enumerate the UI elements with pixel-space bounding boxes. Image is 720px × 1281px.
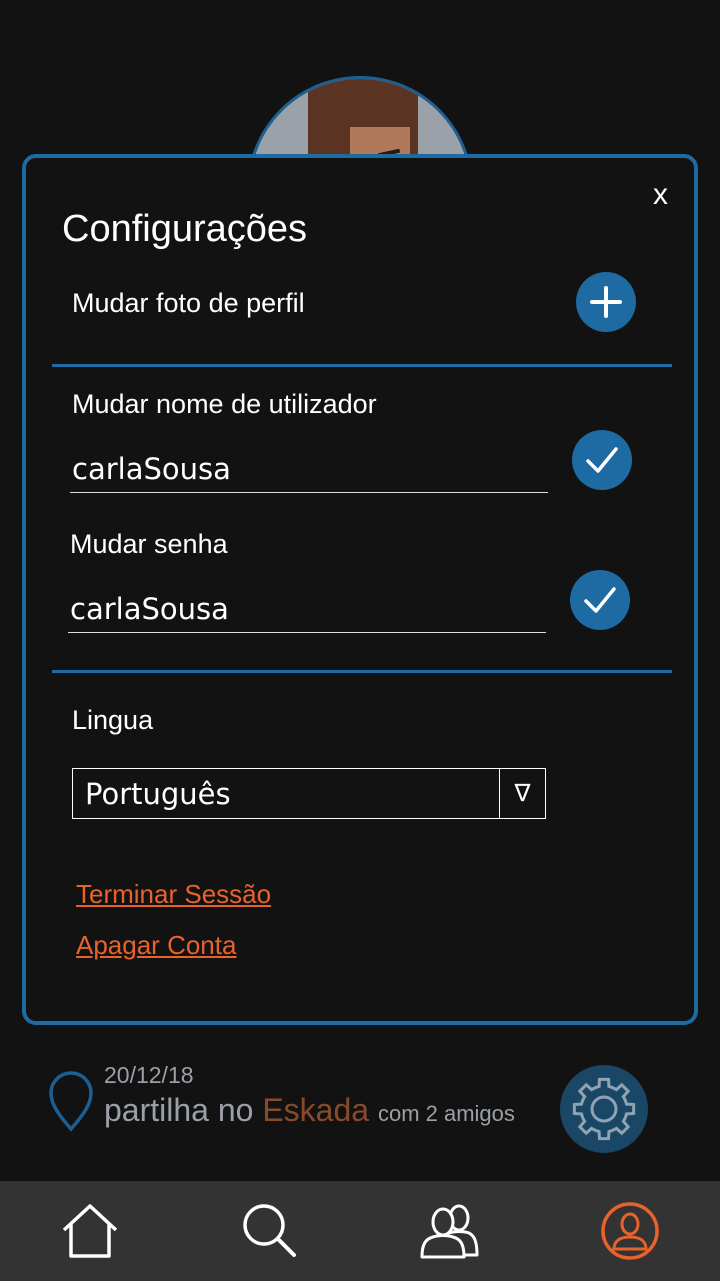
activity-text: partilha no Eskada com 2 amigos (104, 1092, 515, 1129)
confirm-password-button[interactable] (570, 570, 630, 630)
change-photo-label: Mudar foto de perfil (72, 288, 305, 318)
bottom-nav (0, 1181, 720, 1281)
language-label: Lingua (72, 705, 154, 735)
gear-icon (572, 1077, 636, 1141)
profile-icon (601, 1202, 659, 1260)
settings-button[interactable] (560, 1065, 648, 1153)
dropdown-arrow-icon[interactable]: ∇ (499, 769, 545, 818)
logout-link[interactable]: Terminar Sessão (76, 879, 271, 910)
activity-place-link[interactable]: Eskada (262, 1092, 369, 1128)
change-password-label: Mudar senha (70, 529, 228, 559)
checkmark-icon (584, 587, 616, 613)
nav-search[interactable] (230, 1191, 310, 1271)
close-button[interactable]: x (653, 178, 668, 212)
confirm-username-button[interactable] (572, 430, 632, 490)
home-icon (62, 1204, 118, 1258)
nav-home[interactable] (50, 1191, 130, 1271)
add-photo-button[interactable] (576, 272, 636, 332)
friends-icon (420, 1204, 479, 1259)
checkmark-icon (586, 447, 618, 473)
delete-account-link[interactable]: Apagar Conta (76, 930, 236, 961)
activity-prefix: partilha no (104, 1092, 263, 1128)
language-selected-value: Português (85, 776, 231, 811)
username-input[interactable] (70, 446, 548, 493)
section-divider (52, 364, 672, 367)
section-divider (52, 670, 672, 673)
nav-friends[interactable] (410, 1191, 490, 1271)
language-select[interactable]: Português ∇ (72, 768, 546, 819)
search-icon (243, 1204, 296, 1257)
change-username-label: Mudar nome de utilizador (72, 389, 377, 419)
settings-modal: x Configurações Mudar foto de perfil Mud… (22, 154, 698, 1025)
password-input[interactable] (68, 586, 546, 633)
plus-icon (590, 286, 622, 318)
settings-title: Configurações (62, 208, 308, 250)
activity-friends: com 2 amigos (377, 1101, 515, 1126)
nav-profile[interactable] (590, 1191, 670, 1271)
location-pin-icon (48, 1070, 94, 1137)
activity-date: 20/12/18 (104, 1062, 194, 1088)
